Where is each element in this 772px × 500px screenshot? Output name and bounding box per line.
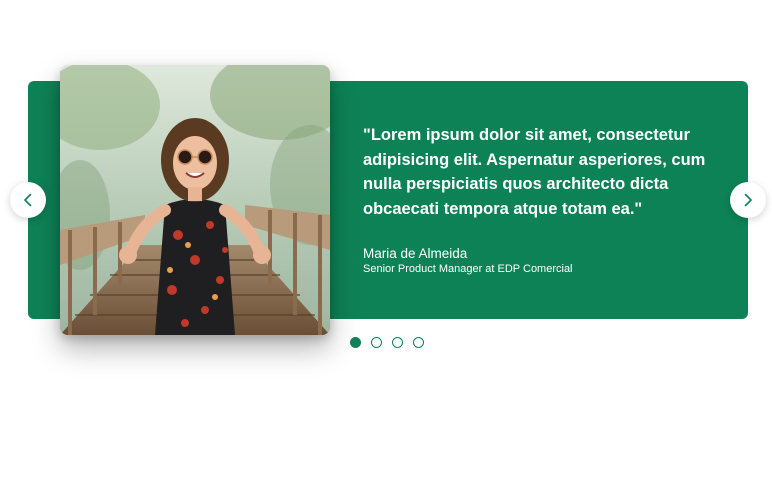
- next-slide-button[interactable]: [730, 182, 766, 218]
- testimonial-photo: [60, 65, 330, 335]
- testimonial-slider: "Lorem ipsum dolor sit amet, consectetur…: [0, 0, 772, 500]
- pagination-dot-1[interactable]: [350, 337, 361, 348]
- author-role: Senior Product Manager at EDP Comercial: [363, 263, 573, 275]
- pagination-dots: [350, 337, 424, 348]
- previous-slide-button[interactable]: [10, 182, 46, 218]
- chevron-left-icon: [24, 193, 32, 207]
- pagination-dot-3[interactable]: [392, 337, 403, 348]
- pagination-dot-2[interactable]: [371, 337, 382, 348]
- author-name: Maria de Almeida: [363, 246, 468, 261]
- chevron-right-icon: [744, 193, 752, 207]
- testimonial-quote: "Lorem ipsum dolor sit amet, consectetur…: [363, 126, 706, 218]
- pagination-dot-4[interactable]: [413, 337, 424, 348]
